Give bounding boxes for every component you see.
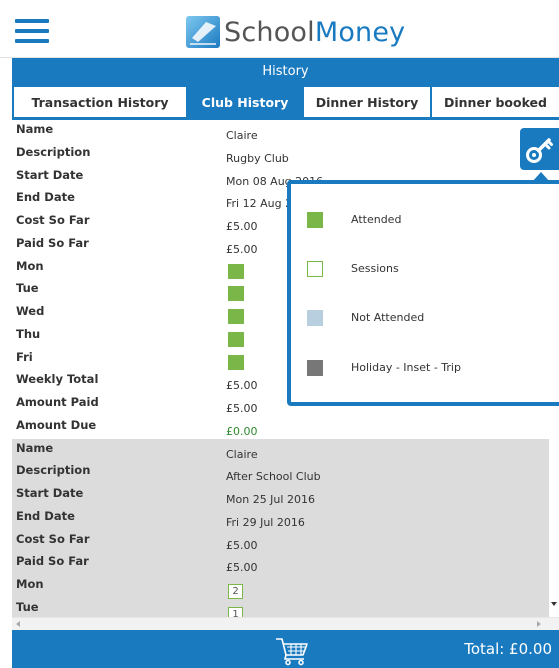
tab-dinner-booked[interactable]: Dinner booked xyxy=(432,87,559,117)
history-tabs: Transaction History Club History Dinner … xyxy=(12,85,559,120)
record-row-paid-so-far: Paid So Far £5.00 xyxy=(12,552,549,575)
record-row-description: Description Rugby Club xyxy=(12,143,549,166)
field-label: Name xyxy=(16,122,54,136)
field-label: Amount Paid xyxy=(16,395,99,409)
tab-dinner-history[interactable]: Dinner History xyxy=(304,87,430,117)
sessions-swatch xyxy=(307,261,323,277)
sessions-marker: 2 xyxy=(228,584,243,599)
attended-swatch xyxy=(307,212,323,228)
legend-label: Not Attended xyxy=(351,311,425,324)
legend-item-holiday: Holiday - Inset - Trip xyxy=(307,360,557,378)
holiday-swatch xyxy=(307,360,323,376)
field-label: Amount Due xyxy=(16,417,97,432)
field-value: £5.00 xyxy=(226,379,258,393)
field-label: Paid So Far xyxy=(16,235,89,250)
shopping-cart-icon[interactable] xyxy=(274,636,310,666)
scroll-down-arrow-icon[interactable] xyxy=(551,602,557,606)
tab-club-history[interactable]: Club History xyxy=(188,87,302,117)
field-label: Description xyxy=(16,463,91,478)
field-value: £5.00 xyxy=(226,220,258,233)
record-row-cost-so-far: Cost So Far £5.00 xyxy=(12,530,549,553)
field-label: Tue xyxy=(16,599,39,614)
field-label: Wed xyxy=(16,304,45,318)
record-row-name: Name Claire xyxy=(12,439,549,462)
hamburger-menu-icon[interactable] xyxy=(15,19,49,43)
horizontal-scrollbar[interactable] xyxy=(12,617,559,630)
attended-marker xyxy=(228,263,244,279)
field-label: Start Date xyxy=(16,167,84,182)
field-label: End Date xyxy=(16,190,75,205)
legend-label: Sessions xyxy=(351,262,399,275)
logo: SchoolMoney xyxy=(186,16,405,48)
record-row-mon: Mon 2 xyxy=(12,575,549,599)
field-label: Mon xyxy=(16,577,44,591)
field-label: Paid So Far xyxy=(16,554,89,569)
field-label: Start Date xyxy=(16,486,84,500)
legend-panel: Attended Sessions Not Attended Holiday -… xyxy=(291,184,559,402)
basket-total: Total: £0.00 xyxy=(464,640,552,658)
club-record: Name Claire Description After School Club … xyxy=(12,438,549,622)
field-label: Cost So Far xyxy=(16,531,90,546)
not-attended-swatch xyxy=(307,310,323,326)
logo-text-money: Money xyxy=(314,16,406,48)
field-label: Tue xyxy=(16,281,39,296)
field-label: Fri xyxy=(16,349,33,364)
field-value: £0.00 xyxy=(226,424,258,438)
field-value: Claire xyxy=(226,129,258,142)
record-row-start-date: Start Date Mon 25 Jul 2016 xyxy=(12,484,549,507)
scroll-right-arrow-icon[interactable] xyxy=(537,621,541,627)
field-value: Claire xyxy=(226,447,258,461)
tab-transaction-history[interactable]: Transaction History xyxy=(14,87,186,117)
field-value: £5.00 xyxy=(226,402,258,415)
app-header: SchoolMoney xyxy=(0,0,559,58)
footer-bar: Total: £0.00 xyxy=(12,630,559,668)
field-value: After School Club xyxy=(226,470,321,484)
field-label: Mon xyxy=(16,258,44,273)
legend-popover: Attended Sessions Not Attended Holiday -… xyxy=(287,180,559,406)
key-icon xyxy=(526,138,553,163)
field-value: £5.00 xyxy=(226,561,258,575)
attended-marker xyxy=(228,309,244,324)
field-label: Description xyxy=(16,144,91,159)
legend-label: Holiday - Inset - Trip xyxy=(351,361,461,374)
field-value: Fri 29 Jul 2016 xyxy=(226,515,305,529)
record-row-name: Name Claire xyxy=(12,120,549,143)
field-value: Mon 25 Jul 2016 xyxy=(226,493,315,506)
field-label: Thu xyxy=(16,326,41,341)
field-value: Rugby Club xyxy=(226,151,289,165)
attended-marker xyxy=(228,354,244,370)
legend-item-not-attended: Not Attended xyxy=(307,310,557,328)
attended-marker xyxy=(228,331,244,347)
logo-mark-icon xyxy=(186,16,220,48)
field-value: £5.00 xyxy=(226,538,258,552)
attended-marker xyxy=(228,286,244,302)
logo-text-school: School xyxy=(224,16,315,48)
field-label: Weekly Total xyxy=(16,372,99,387)
record-row-amount-due: Amount Due £0.00 xyxy=(12,416,549,439)
logo-text: SchoolMoney xyxy=(224,17,405,48)
field-value: £5.00 xyxy=(226,242,258,256)
legend-label: Attended xyxy=(351,213,402,226)
page-title: History xyxy=(12,58,559,85)
legend-toggle-button[interactable] xyxy=(520,128,559,170)
legend-item-sessions: Sessions xyxy=(307,261,557,279)
legend-item-attended: Attended xyxy=(307,212,557,230)
field-label: End Date xyxy=(16,508,75,523)
field-label: Cost So Far xyxy=(16,213,90,227)
record-row-description: Description After School Club xyxy=(12,461,549,484)
scroll-left-arrow-icon[interactable] xyxy=(16,621,20,627)
record-row-end-date: End Date Fri 29 Jul 2016 xyxy=(12,507,549,530)
field-label: Name xyxy=(16,440,54,455)
